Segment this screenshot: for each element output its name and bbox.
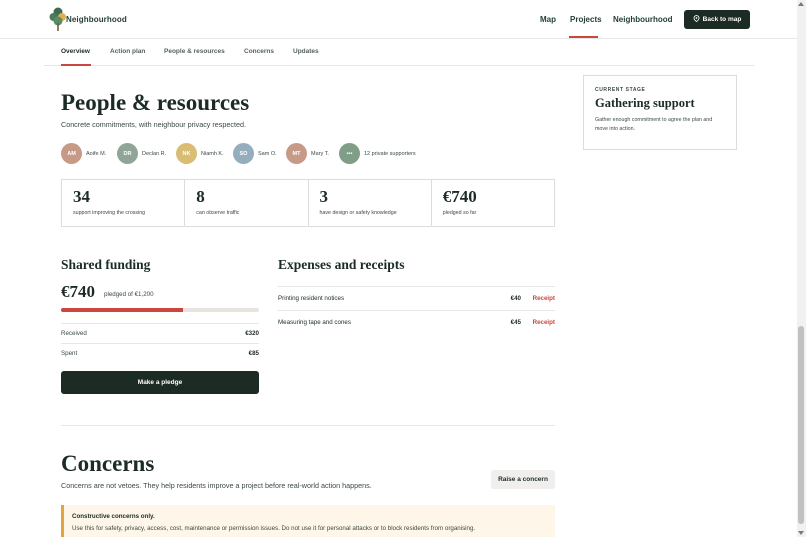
receipt-link[interactable]: Receipt: [533, 295, 555, 302]
nav-active-indicator: [569, 36, 598, 38]
supporter-item[interactable]: NK Niamh K.: [176, 143, 224, 164]
stat-card: 34 support improving the crossing: [62, 180, 186, 226]
stat-card: €740 pledged so far: [432, 180, 554, 226]
expense-amount: €40: [510, 295, 521, 302]
avatar: MT: [286, 143, 307, 164]
nav-projects[interactable]: Projects: [570, 15, 602, 24]
funding-row-received: Received €320: [61, 323, 259, 343]
expense-description: Measuring tape and cones: [278, 319, 351, 326]
people-resources-title: People & resources: [61, 90, 250, 115]
avatar: SO: [233, 143, 254, 164]
funding-row-value: €320: [245, 330, 259, 337]
stat-card: 8 can observe traffic: [185, 180, 309, 226]
back-to-map-button[interactable]: Back to map: [684, 10, 750, 29]
current-stage-card: CURRENT STAGE Gathering support Gather e…: [583, 75, 737, 150]
supporter-item[interactable]: SO Sam O.: [233, 143, 277, 164]
page-scrollbar[interactable]: [797, 0, 806, 537]
funding-target: pledged of €1,200: [104, 291, 154, 298]
tab-action-plan[interactable]: Action plan: [110, 48, 145, 55]
scroll-up-arrow-icon[interactable]: [798, 2, 804, 6]
map-pin-icon: [693, 15, 700, 24]
top-header: Neighbourhood Map Projects Neighbourhood…: [0, 0, 797, 39]
stat-value: 8: [196, 187, 205, 206]
supporter-name: Mary T.: [311, 150, 329, 157]
constructive-concerns-notice: Constructive concerns only. Use this for…: [61, 505, 555, 537]
supporter-name: Sam O.: [258, 150, 277, 157]
funding-row-label: Received: [61, 330, 87, 337]
tab-concerns[interactable]: Concerns: [244, 48, 274, 55]
avatar: NK: [176, 143, 197, 164]
raise-concern-button[interactable]: Raise a concern: [491, 470, 555, 489]
stage-label: CURRENT STAGE: [595, 87, 646, 93]
section-divider: [61, 425, 555, 426]
funding-row-spent: Spent €85: [61, 343, 259, 363]
stat-value: €740: [442, 187, 477, 206]
stage-description: Gather enough commitment to agree the pl…: [595, 117, 713, 132]
supporter-name: Declan R.: [142, 150, 167, 157]
tab-overview[interactable]: Overview: [61, 48, 90, 55]
stat-label: have design or safety knowledge: [319, 210, 397, 216]
expense-row: Measuring tape and cones €45 Receipt: [278, 310, 555, 334]
nav-map[interactable]: Map: [540, 15, 556, 24]
expense-description: Printing resident notices: [278, 295, 345, 302]
people-resources-subtitle: Concrete commitments, with neighbour pri…: [61, 120, 246, 129]
funding-progress-fill: [61, 308, 184, 312]
notice-body: Use this for safety, privacy, access, co…: [72, 525, 476, 532]
funding-row-value: €85: [248, 350, 259, 357]
shared-funding-title: Shared funding: [61, 257, 151, 272]
more-icon: •••: [339, 143, 360, 164]
tab-updates[interactable]: Updates: [293, 48, 319, 55]
avatar: DR: [117, 143, 138, 164]
funding-progress-bar: [61, 308, 259, 312]
supporter-name: Niamh K.: [201, 150, 224, 157]
project-tabs: Overview Action plan People & resources …: [44, 39, 754, 66]
notice-title: Constructive concerns only.: [72, 513, 155, 520]
stat-value: 34: [73, 187, 90, 206]
stat-label: can observe traffic: [196, 210, 240, 216]
tree-icon: [49, 5, 67, 32]
stat-label: pledged so far: [442, 210, 477, 216]
scrollbar-thumb[interactable]: [798, 326, 804, 524]
stat-value: 3: [319, 187, 329, 206]
funding-amount: €740: [61, 282, 95, 301]
supporter-item[interactable]: DR Declan R.: [117, 143, 166, 164]
concerns-title: Concerns: [61, 451, 155, 476]
expense-row: Printing resident notices €40 Receipt: [278, 286, 555, 310]
back-to-map-label: Back to map: [702, 16, 742, 23]
brand-name: Neighbourhood: [66, 15, 127, 24]
concerns-subtitle: Concerns are not vetoes. They help resid…: [61, 481, 372, 490]
stats-panel: 34 support improving the crossing 8 can …: [61, 179, 555, 227]
private-supporters-item[interactable]: ••• 12 private supporters: [339, 143, 416, 164]
stat-label: support improving the crossing: [73, 210, 146, 216]
funding-row-label: Spent: [61, 350, 78, 357]
nav-neighbourhood[interactable]: Neighbourhood: [613, 15, 673, 24]
supporter-name: 12 private supporters: [364, 150, 416, 157]
receipt-link[interactable]: Receipt: [533, 319, 555, 326]
make-pledge-button[interactable]: Make a pledge: [61, 371, 259, 394]
stat-card: 3 have design or safety knowledge: [309, 180, 432, 226]
avatar: AM: [61, 143, 82, 164]
brand-logo[interactable]: Neighbourhood: [49, 5, 127, 32]
supporter-name: Aoife M.: [86, 150, 107, 157]
supporter-item[interactable]: MT Mary T.: [286, 143, 329, 164]
tab-active-indicator: [61, 64, 91, 66]
expense-amount: €45: [510, 319, 521, 326]
expenses-title: Expenses and receipts: [278, 257, 405, 272]
tab-people-resources[interactable]: People & resources: [164, 48, 225, 55]
scroll-down-arrow-icon[interactable]: [798, 531, 804, 535]
supporter-item[interactable]: AM Aoife M.: [61, 143, 106, 164]
stage-title: Gathering support: [595, 96, 695, 110]
